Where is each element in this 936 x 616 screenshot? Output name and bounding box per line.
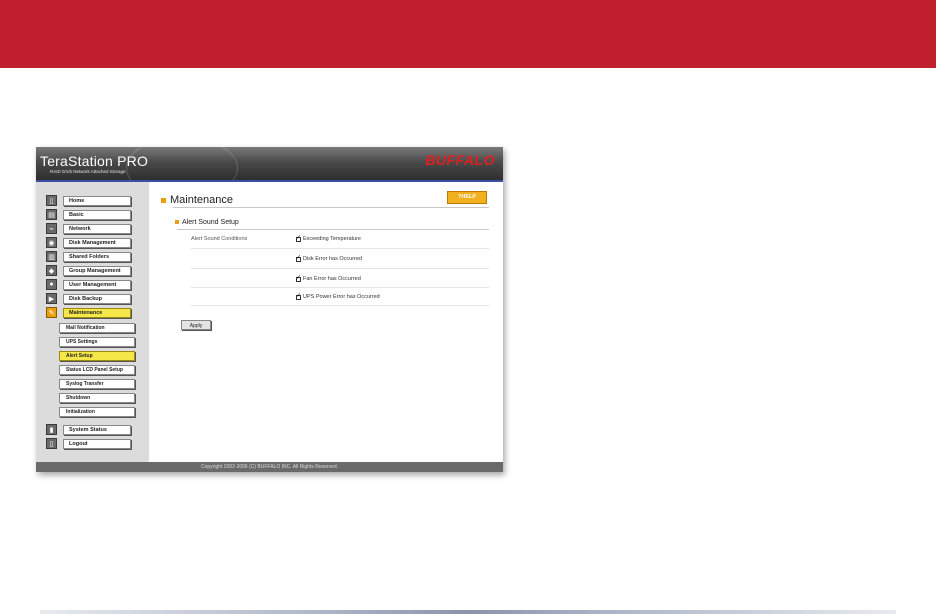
section-title-text: Alert Sound Setup xyxy=(182,219,239,226)
option-label: UPS Power Error has Occurred xyxy=(303,294,380,300)
section-divider xyxy=(177,229,489,230)
checkbox[interactable] xyxy=(296,274,301,282)
sidebar-item-disk-management[interactable]: ◉ Disk Management xyxy=(46,237,131,248)
sidebar-item-label[interactable]: Home xyxy=(63,195,131,206)
footer-copyright: Copyright 2002-2006 (C) BUFFALO INC. All… xyxy=(36,462,503,472)
sidebar-item-disk-backup[interactable]: ▶ Disk Backup xyxy=(46,293,131,304)
section-title: Alert Sound Setup xyxy=(175,219,239,226)
app-header: TeraStation PRO RAID 0/1/5 Network Attac… xyxy=(36,147,503,199)
bullet-icon xyxy=(175,220,179,225)
option-label: Exceeding Temperature xyxy=(303,236,361,242)
checkbox[interactable] xyxy=(296,254,301,262)
checkbox[interactable] xyxy=(296,234,301,242)
sidebar-item-label[interactable]: System Status xyxy=(63,424,131,435)
sidebar-item-label[interactable]: Disk Management xyxy=(63,237,131,248)
folder-icon: ▥ xyxy=(46,251,57,262)
subitem-syslog-transfer[interactable]: Syslog Transfer xyxy=(59,379,135,389)
disk-icon: ◉ xyxy=(46,237,57,248)
page-title-text: Maintenance xyxy=(170,194,233,206)
sidebar-item-home[interactable]: ▯ Home xyxy=(46,195,131,206)
home-icon: ▯ xyxy=(46,195,57,206)
apply-button[interactable]: Apply xyxy=(181,320,211,330)
sidebar-item-group-management[interactable]: ◆ Group Management xyxy=(46,265,131,276)
group-icon: ◆ xyxy=(46,265,57,276)
top-banner xyxy=(0,0,936,68)
sidebar-item-logout[interactable]: ▯ Logout xyxy=(46,438,131,449)
sidebar-item-label[interactable]: User Management xyxy=(63,279,131,290)
bottom-divider xyxy=(40,610,896,614)
sidebar-item-label[interactable]: Maintenance xyxy=(63,307,131,318)
sidebar-item-label[interactable]: Logout xyxy=(63,438,131,449)
user-icon: ● xyxy=(46,279,57,290)
sidebar-item-basic[interactable]: ▤ Basic xyxy=(46,209,131,220)
option-label: Fan Error has Occurred xyxy=(303,276,361,282)
sidebar-item-label[interactable]: Network xyxy=(63,223,131,234)
help-button[interactable]: ?HELP xyxy=(447,191,487,204)
row-divider xyxy=(191,305,489,306)
option-fan-error[interactable]: Fan Error has Occurred xyxy=(296,274,361,282)
tools-icon: ✎ xyxy=(46,307,57,318)
network-icon: ⌁ xyxy=(46,223,57,234)
status-icon: ▮ xyxy=(46,424,57,435)
brand-logo: BUFFALO xyxy=(425,152,495,168)
sidebar-item-shared-folders[interactable]: ▥ Shared Folders xyxy=(46,251,131,262)
sidebar-item-user-management[interactable]: ● User Management xyxy=(46,279,131,290)
conditions-label: Alert Sound Conditions xyxy=(191,236,248,242)
bullet-icon xyxy=(161,197,166,203)
sidebar-item-maintenance[interactable]: ✎ Maintenance xyxy=(46,307,131,318)
sidebar-item-label[interactable]: Disk Backup xyxy=(63,293,131,304)
row-divider xyxy=(191,248,489,249)
subitem-status-lcd-panel-setup[interactable]: Status LCD Panel Setup xyxy=(59,365,135,375)
title-divider xyxy=(173,207,489,208)
checkbox[interactable] xyxy=(296,292,301,300)
sidebar-item-network[interactable]: ⌁ Network xyxy=(46,223,131,234)
sidebar: ▯ Home ▤ Basic ⌁ Network ◉ Disk Manageme… xyxy=(36,182,149,462)
page-title: Maintenance xyxy=(161,194,233,206)
sidebar-item-label[interactable]: Group Management xyxy=(63,265,131,276)
logout-icon: ▯ xyxy=(46,438,57,449)
basic-icon: ▤ xyxy=(46,209,57,220)
subitem-mail-notification[interactable]: Mail Notification xyxy=(59,323,135,333)
subitem-ups-settings[interactable]: UPS Settings xyxy=(59,337,135,347)
option-exceeding-temperature[interactable]: Exceeding Temperature xyxy=(296,234,361,242)
subitem-initialization[interactable]: Initialization xyxy=(59,407,135,417)
app-logo: TeraStation PRO xyxy=(40,153,149,169)
terastation-window: TeraStation PRO RAID 0/1/5 Network Attac… xyxy=(36,147,503,472)
app-subtitle: RAID 0/1/5 Network Attached Storage xyxy=(50,169,126,174)
row-divider xyxy=(191,287,489,288)
subitem-shutdown[interactable]: Shutdown xyxy=(59,393,135,403)
row-divider xyxy=(191,268,489,269)
option-label: Disk Error has Occurred xyxy=(303,256,362,262)
sidebar-item-label[interactable]: Basic xyxy=(63,209,131,220)
backup-icon: ▶ xyxy=(46,293,57,304)
subitem-alert-setup[interactable]: Alert Setup xyxy=(59,351,135,361)
sidebar-item-system-status[interactable]: ▮ System Status xyxy=(46,424,131,435)
option-disk-error[interactable]: Disk Error has Occurred xyxy=(296,254,362,262)
sidebar-item-label[interactable]: Shared Folders xyxy=(63,251,131,262)
main-content: Maintenance ?HELP Alert Sound Setup Aler… xyxy=(149,182,503,462)
option-ups-power-error[interactable]: UPS Power Error has Occurred xyxy=(296,292,380,300)
